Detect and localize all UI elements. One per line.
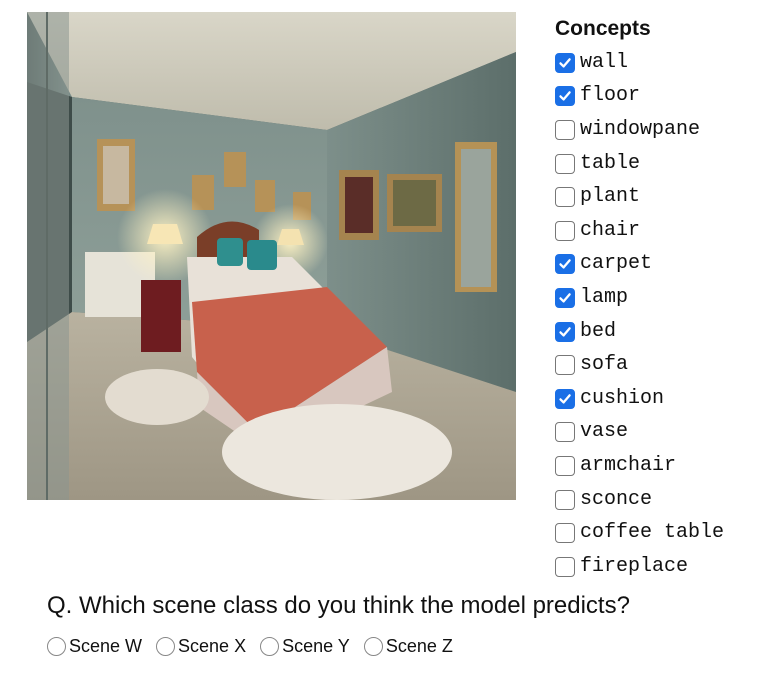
concepts-panel: Concepts wall floor windowpane table plant ch… [555,16,777,584]
concept-label: plant [580,185,641,209]
concept-item[interactable]: cushion [555,382,777,416]
concept-list: wall floor windowpane table plant chair carpet… [555,46,777,584]
checkmark-icon [559,326,571,337]
concept-item[interactable]: vase [555,416,777,450]
concept-item[interactable]: fireplace [555,550,777,584]
concept-label: sofa [580,353,629,377]
checkmark-icon [559,293,571,303]
concept-item[interactable]: floor [555,80,777,114]
concept-label: table [580,151,641,175]
scene-option[interactable]: Scene Y [260,636,350,657]
concept-checkbox[interactable] [555,119,575,140]
checkmark-icon [559,393,571,404]
scene-option-label: Scene Y [282,636,350,656]
scene-option[interactable]: Scene Z [363,636,453,657]
question-text: Q. Which scene class do you think the mo… [47,592,630,619]
concept-item[interactable]: sofa [555,348,777,382]
concept-label: floor [580,84,641,108]
bedroom-photo [27,12,516,500]
scene-radio[interactable] [156,637,176,656]
concept-label: vase [580,420,629,444]
concept-item[interactable]: plant [555,180,777,214]
concept-item[interactable]: carpet [555,248,777,282]
concept-checkbox[interactable] [555,523,575,544]
concept-checkbox[interactable] [555,355,575,376]
checkmark-icon [559,58,571,68]
concept-checkbox[interactable] [555,153,575,174]
concept-item[interactable]: sconce [555,483,777,517]
concept-checkbox[interactable] [555,422,575,443]
concept-checkbox[interactable] [555,321,575,342]
concept-item[interactable]: wall [555,46,777,80]
concepts-title: Concepts [555,17,651,40]
concept-item[interactable]: chair [555,214,777,248]
concept-item[interactable]: armchair [555,449,777,483]
concept-checkbox[interactable] [555,556,575,577]
concept-label: windowpane [580,117,701,141]
concept-checkbox[interactable] [555,287,575,308]
checkmark-icon [559,259,571,269]
concept-label: bed [580,319,617,343]
concept-checkbox[interactable] [555,220,575,241]
concept-checkbox[interactable] [555,388,575,409]
concept-checkbox[interactable] [555,254,575,275]
concept-item[interactable]: coffee table [555,516,777,550]
concept-checkbox[interactable] [555,187,575,208]
concept-label: lamp [580,285,629,309]
concept-label: chair [580,218,641,242]
checkmark-icon [559,91,571,101]
concept-checkbox[interactable] [555,86,575,107]
scene-option-label: Scene Z [385,636,453,656]
scene-radio[interactable] [260,637,280,656]
scene-option-label: Scene X [178,636,247,656]
concept-label: carpet [580,252,653,276]
concept-item[interactable]: table [555,147,777,181]
concept-checkbox[interactable] [555,489,575,510]
scene-radio[interactable] [47,637,66,656]
scene-image [27,12,516,500]
concept-checkbox[interactable] [555,52,575,73]
concept-label: armchair [580,453,677,477]
concept-label: wall [580,50,629,74]
concept-label: sconce [580,487,653,511]
concept-label: cushion [580,386,665,410]
concept-checkbox[interactable] [555,455,575,476]
concept-label: fireplace [580,554,689,578]
concept-item[interactable]: windowpane [555,113,777,147]
concept-item[interactable]: lamp [555,281,777,315]
scene-option[interactable]: Scene W [47,636,142,657]
scene-options: Scene W Scene X Scene Y Scene Z [47,636,467,657]
scene-option[interactable]: Scene X [156,636,246,657]
scene-radio[interactable] [363,637,383,656]
scene-option-label: Scene W [69,636,143,656]
concept-label: coffee table [580,521,725,545]
concept-item[interactable]: bed [555,315,777,349]
